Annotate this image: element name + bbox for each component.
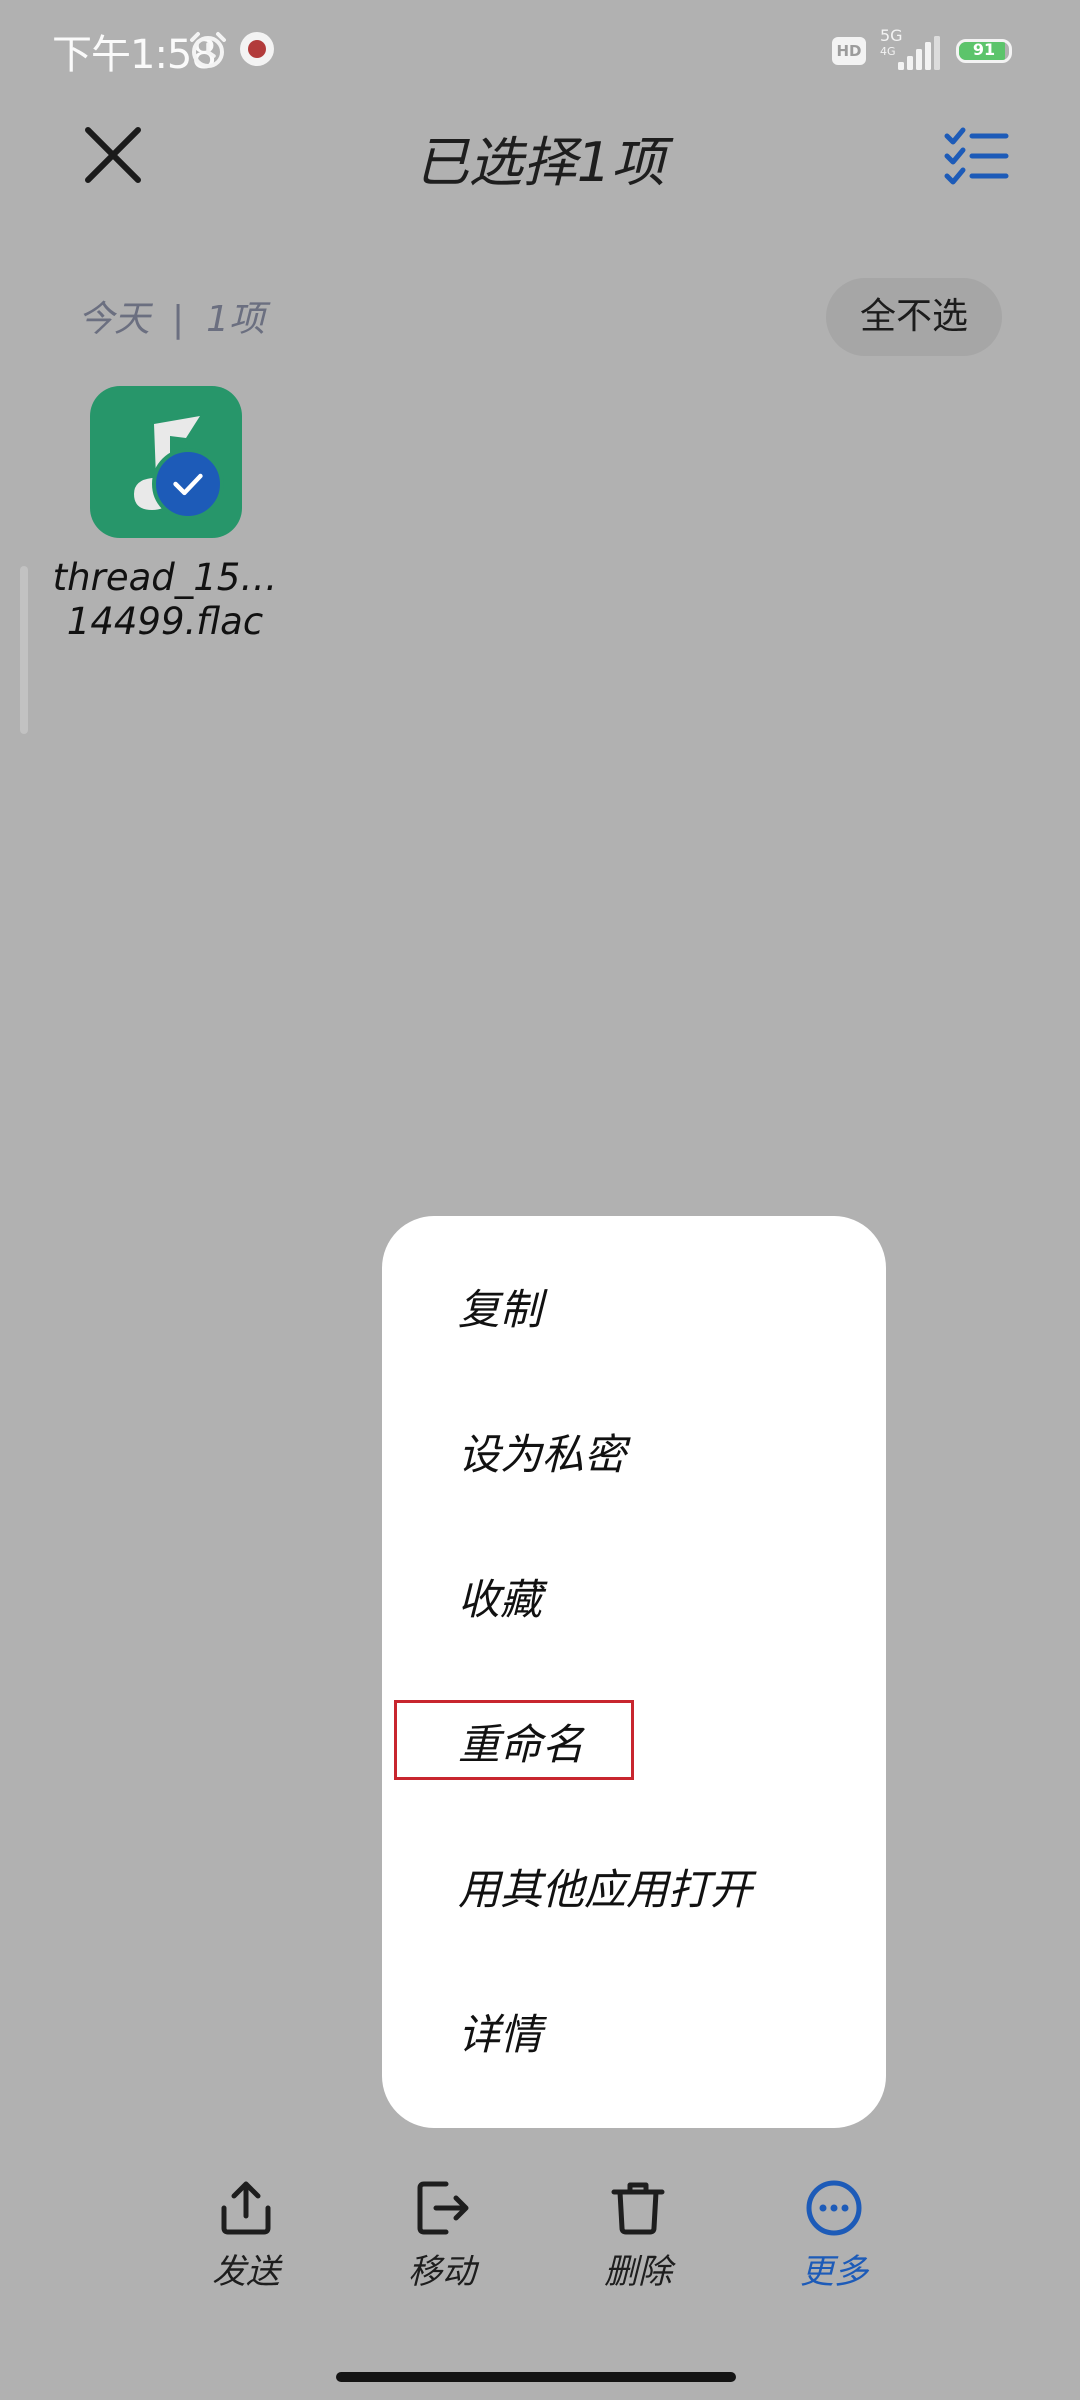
more-label: 更多 bbox=[800, 2252, 868, 2292]
selected-check-icon[interactable] bbox=[152, 448, 224, 520]
hd-badge: HD bbox=[832, 37, 866, 65]
send-label: 发送 bbox=[212, 2252, 280, 2292]
move-icon bbox=[417, 2181, 469, 2235]
signal-icon bbox=[898, 36, 940, 70]
move-button[interactable]: 移动 bbox=[372, 2178, 512, 2293]
share-icon bbox=[221, 2181, 271, 2235]
menu-item-details[interactable]: 详情 bbox=[458, 2001, 542, 2062]
battery-level: 91 bbox=[972, 40, 996, 59]
scrollbar[interactable] bbox=[20, 566, 28, 734]
menu-item-set-private[interactable]: 设为私密 bbox=[458, 1421, 626, 1482]
group-count: 1项 bbox=[206, 299, 266, 340]
page-title: 已选择1项 bbox=[414, 131, 666, 194]
menu-item-open-with[interactable]: 用其他应用打开 bbox=[458, 1856, 752, 1917]
alarm-icon bbox=[190, 32, 226, 68]
more-button[interactable]: 更多 bbox=[764, 2178, 904, 2293]
deselect-all-button[interactable]: 全不选 bbox=[826, 278, 1002, 356]
home-indicator[interactable] bbox=[336, 2372, 736, 2382]
highlight-box bbox=[394, 1700, 634, 1780]
delete-label: 删除 bbox=[604, 2252, 672, 2292]
delete-button[interactable]: 删除 bbox=[568, 2178, 708, 2293]
more-icon bbox=[806, 2180, 862, 2236]
trash-icon bbox=[611, 2182, 665, 2235]
recording-icon bbox=[240, 32, 274, 66]
menu-item-copy[interactable]: 复制 bbox=[458, 1276, 542, 1337]
battery-icon: 91 bbox=[956, 39, 1012, 63]
file-name: thread_15… 14499.flac bbox=[52, 556, 278, 643]
send-button[interactable]: 发送 bbox=[176, 2178, 316, 2293]
checklist-icon[interactable] bbox=[944, 126, 1010, 186]
move-label: 移动 bbox=[408, 2252, 476, 2292]
menu-item-favorite[interactable]: 收藏 bbox=[458, 1566, 542, 1627]
group-date: 今天 bbox=[78, 299, 151, 340]
separator: | bbox=[172, 299, 185, 340]
more-options-menu: 复制 设为私密 收藏 重命名 用其他应用打开 详情 bbox=[382, 1216, 886, 2128]
group-header: 今天 | 1项 bbox=[78, 290, 265, 342]
